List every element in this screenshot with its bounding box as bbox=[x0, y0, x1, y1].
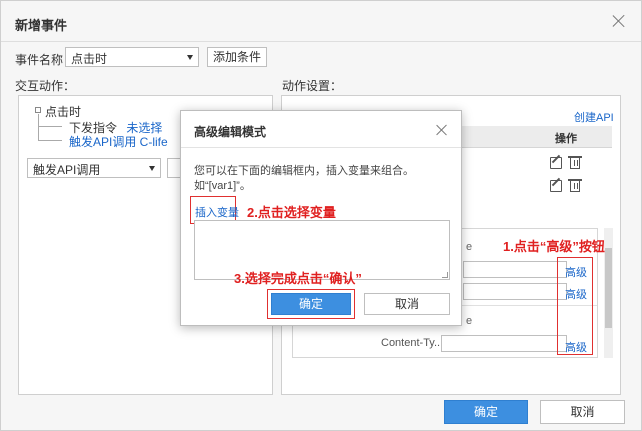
annotation-step1: 1.点击“高级”按钮 bbox=[503, 239, 605, 254]
event-name-label: 事件名称 bbox=[15, 53, 64, 67]
modal-cancel-button[interactable]: 取消 bbox=[364, 293, 450, 315]
param-value-input[interactable] bbox=[463, 283, 567, 300]
edit-icon[interactable] bbox=[550, 180, 562, 192]
annotation-step3: 3.选择完成点击“确认” bbox=[234, 271, 362, 286]
action-type-select[interactable]: 触发API调用 bbox=[27, 158, 161, 178]
dialog-title: 新增事件 bbox=[15, 18, 68, 33]
annotation-step2: 2.点击选择变量 bbox=[247, 205, 336, 220]
edit-icon[interactable] bbox=[550, 157, 562, 169]
trash-icon[interactable] bbox=[568, 179, 582, 192]
create-api-link[interactable]: 创建API bbox=[574, 109, 614, 125]
param-label: e bbox=[466, 315, 473, 327]
tree-line bbox=[38, 114, 39, 140]
advanced-highlight-box bbox=[557, 257, 593, 355]
action-settings-label: 动作设置： bbox=[282, 79, 343, 93]
tree-item-api-call[interactable]: 触发API调用 C-life bbox=[69, 133, 168, 150]
ok-button[interactable]: 确定 bbox=[444, 400, 528, 424]
modal-example: 如“[var1]”。 bbox=[194, 180, 251, 192]
resize-grip-icon[interactable] bbox=[442, 272, 448, 278]
title-divider bbox=[1, 41, 641, 42]
interaction-label: 交互动作： bbox=[15, 79, 76, 93]
modal-divider bbox=[181, 147, 461, 148]
tree-collapse-icon[interactable] bbox=[35, 107, 41, 113]
event-name-value: 点击时 bbox=[71, 52, 108, 66]
tree-line bbox=[38, 140, 62, 141]
scrollbar[interactable] bbox=[604, 228, 613, 358]
insert-variable-link[interactable]: 插入变量 bbox=[195, 204, 239, 220]
event-name-select[interactable]: 点击时 bbox=[65, 47, 199, 67]
tree-line bbox=[38, 126, 62, 127]
close-icon[interactable] bbox=[435, 123, 449, 137]
param-label: e bbox=[466, 241, 473, 253]
cancel-button[interactable]: 取消 bbox=[540, 400, 625, 424]
modal-description: 您可以在下面的编辑框内，插入变量来组合。 bbox=[194, 165, 414, 177]
modal-title: 高级编辑模式 bbox=[194, 125, 267, 139]
add-action-button[interactable] bbox=[167, 158, 181, 178]
scrollbar-thumb[interactable] bbox=[605, 248, 612, 328]
action-type-value: 触发API调用 bbox=[33, 163, 101, 177]
modal-ok-button[interactable]: 确定 bbox=[271, 293, 351, 315]
close-icon[interactable] bbox=[611, 13, 627, 29]
content-type-label: Content-Ty... bbox=[381, 337, 444, 349]
add-condition-button[interactable]: 添加条件 bbox=[207, 47, 267, 67]
tree-root[interactable]: 点击时 bbox=[45, 103, 81, 120]
param-value-input[interactable] bbox=[463, 261, 567, 278]
content-type-input[interactable] bbox=[441, 335, 567, 352]
chevron-down-icon bbox=[187, 55, 193, 60]
operation-header: 操作 bbox=[555, 133, 577, 145]
chevron-down-icon bbox=[149, 166, 155, 171]
trash-icon[interactable] bbox=[568, 156, 582, 169]
